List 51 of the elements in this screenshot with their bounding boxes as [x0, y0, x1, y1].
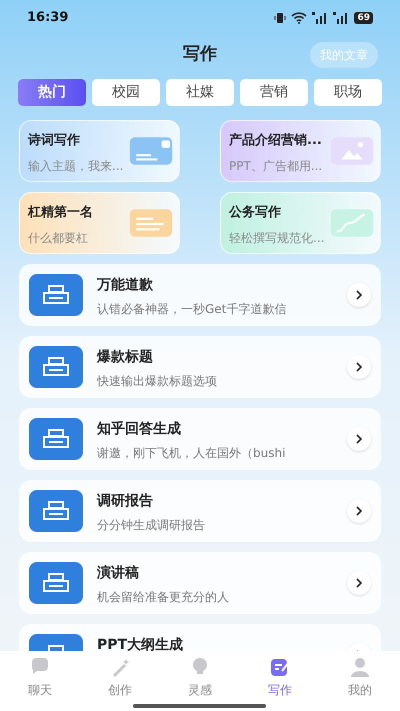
- status-time: 16:39: [27, 9, 68, 28]
- feature-card[interactable]: 杠精第一名 什么都要杠: [19, 192, 180, 254]
- printer-icon: [29, 562, 83, 604]
- signal-icon: [312, 12, 328, 24]
- tool-card[interactable]: 演讲稿 机会留给准备更充分的人: [19, 552, 381, 614]
- tool-card[interactable]: 爆款标题 快速输出爆款标题选项: [19, 336, 381, 398]
- tool-description: 机会留给准备更充分的人: [97, 589, 230, 606]
- vibrate-icon: [274, 12, 286, 24]
- card-title: 诗词写作: [28, 132, 81, 150]
- card-title: 产品介绍营销...: [229, 132, 322, 150]
- tool-title: 演讲稿: [97, 564, 140, 583]
- printer-icon: [29, 346, 83, 388]
- tool-title: PPT大纲生成: [97, 636, 184, 651]
- printer-icon: [29, 274, 83, 316]
- category-tab[interactable]: 营销: [240, 79, 308, 106]
- tool-description: 认错必备神器，一秒Get千字道歉信: [97, 301, 288, 318]
- card-subtitle: 输入主题，我来...: [28, 158, 124, 174]
- nav-tab[interactable]: 创作: [80, 657, 160, 711]
- tool-description: 分分钟生成调研报告: [97, 517, 206, 534]
- card-title: 杠精第一名: [28, 204, 93, 222]
- tool-title: 调研报告: [97, 492, 154, 511]
- tool-title: 知乎回答生成: [97, 420, 182, 439]
- card-title: 公务写作: [229, 204, 282, 222]
- tool-title: 万能道歉: [97, 276, 154, 295]
- category-tab[interactable]: 职场: [314, 79, 382, 106]
- category-tab[interactable]: 热门: [18, 79, 86, 106]
- signal-icon: [333, 12, 350, 24]
- tool-description: 快速输出爆款标题选项: [97, 373, 218, 390]
- printer-icon: [29, 490, 83, 532]
- tool-title: 爆款标题: [97, 348, 154, 367]
- feature-card[interactable]: 产品介绍营销... PPT、广告都用...: [220, 120, 381, 182]
- category-tab[interactable]: 社媒: [166, 79, 234, 106]
- card-subtitle: 轻松撰写规范化...: [229, 230, 324, 246]
- feature-card[interactable]: 诗词写作 输入主题，我来...: [19, 120, 180, 182]
- tool-card[interactable]: 知乎回答生成 谢邀，刚下飞机，人在国外（bushi: [19, 408, 381, 470]
- tool-card[interactable]: 调研报告 分分钟生成调研报告: [19, 480, 381, 542]
- card-subtitle: PPT、广告都用...: [229, 158, 322, 174]
- tool-description: 谢邀，刚下飞机，人在国外（bushi: [97, 445, 286, 462]
- wifi-icon: [291, 12, 308, 24]
- feature-card[interactable]: 公务写作 轻松撰写规范化...: [220, 192, 381, 254]
- nav-tab[interactable]: 聊天: [0, 657, 80, 711]
- nav-tab[interactable]: 我的: [320, 657, 400, 711]
- battery-level: 69: [354, 12, 373, 24]
- printer-icon: [29, 418, 83, 460]
- category-tab[interactable]: 校园: [92, 79, 160, 106]
- tool-card[interactable]: 万能道歉 认错必备神器，一秒Get千字道歉信: [19, 264, 381, 326]
- page-title: 写作: [183, 43, 217, 66]
- card-subtitle: 什么都要杠: [28, 230, 89, 246]
- nav-tab[interactable]: 灵感: [160, 657, 240, 711]
- user-icon: [349, 657, 371, 679]
- tool-card[interactable]: PPT大纲生成: [19, 624, 381, 651]
